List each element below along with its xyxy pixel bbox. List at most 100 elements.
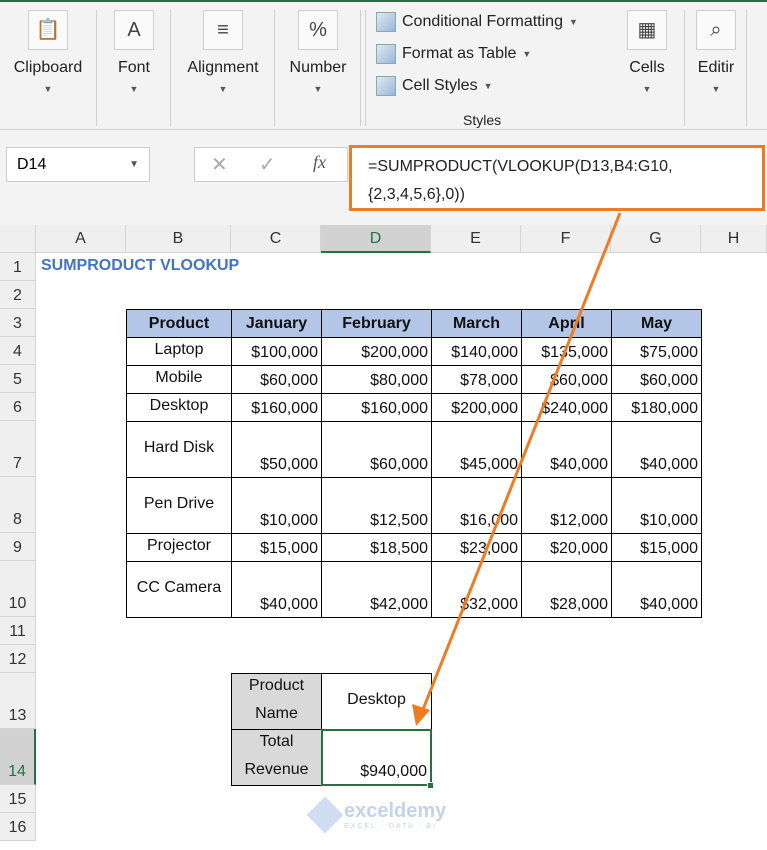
product-name-label[interactable]: Product Name [231,673,322,730]
row-header-10[interactable]: 10 [0,561,36,617]
total-revenue-label[interactable]: Total Revenue [231,729,322,786]
ribbon-group-editir[interactable]: ⌕ Editir ▼ [686,2,746,130]
table-header[interactable]: January [231,309,322,338]
product-cell[interactable]: Laptop [126,337,232,366]
value-cell[interactable]: $18,500 [321,533,432,562]
column-header-C[interactable]: C [231,225,321,253]
value-cell[interactable]: $10,000 [611,477,702,534]
value-cell[interactable]: $15,000 [231,533,322,562]
row-header-11[interactable]: 11 [0,617,36,645]
value-cell[interactable]: $40,000 [611,561,702,618]
column-header-G[interactable]: G [611,225,701,253]
formula-input[interactable]: =SUMPRODUCT(VLOOKUP(D13,B4:G10,{2,3,4,5,… [349,145,765,211]
enter-icon[interactable]: ✓ [259,152,276,177]
row-header-14[interactable]: 14 [0,729,36,785]
value-cell[interactable]: $100,000 [231,337,322,366]
product-cell[interactable]: Desktop [126,393,232,422]
style-icon [376,44,396,64]
select-all-button[interactable] [0,225,36,253]
name-box[interactable]: D14 ▼ [6,147,150,182]
group-label: Number [289,59,347,76]
value-cell[interactable]: $78,000 [431,365,522,394]
total-revenue-cell[interactable]: $940,000 [321,729,432,786]
value-cell[interactable]: $16,000 [431,477,522,534]
row-header-3[interactable]: 3 [0,309,36,337]
font-icon: A [114,10,154,50]
value-cell[interactable]: $60,000 [231,365,322,394]
value-cell[interactable]: $40,000 [231,561,322,618]
column-header-D[interactable]: D [321,225,431,253]
column-header-B[interactable]: B [126,225,231,253]
column-header-A[interactable]: A [36,225,126,253]
row-header-12[interactable]: 12 [0,645,36,673]
ribbon-group-alignment[interactable]: ≡ Alignment ▼ [172,2,274,130]
insert-function-icon[interactable]: fx [313,152,326,173]
table-header[interactable]: March [431,309,522,338]
watermark: exceldemy EXCEL · DATA · BI [306,796,446,834]
percent-icon: % [298,10,338,50]
value-cell[interactable]: $42,000 [321,561,432,618]
row-header-2[interactable]: 2 [0,281,36,309]
value-cell[interactable]: $20,000 [521,533,612,562]
value-cell[interactable]: $40,000 [611,421,702,478]
value-cell[interactable]: $240,000 [521,393,612,422]
value-cell[interactable]: $135,000 [521,337,612,366]
name-box-value: D14 [17,156,47,173]
value-cell[interactable]: $80,000 [321,365,432,394]
row-header-7[interactable]: 7 [0,421,36,477]
column-header-H[interactable]: H [701,225,767,253]
value-cell[interactable]: $60,000 [521,365,612,394]
value-cell[interactable]: $60,000 [611,365,702,394]
ribbon-group-cells[interactable]: ▦ Cells ▼ [610,2,684,130]
value-cell[interactable]: $45,000 [431,421,522,478]
ribbon-group-clipboard[interactable]: 📋 Clipboard ▼ [0,2,96,130]
fill-handle[interactable] [427,782,434,789]
value-cell[interactable]: $60,000 [321,421,432,478]
ribbon-group-font[interactable]: A Font ▼ [98,2,170,130]
value-cell[interactable]: $23,000 [431,533,522,562]
column-header-F[interactable]: F [521,225,611,253]
value-cell[interactable]: $32,000 [431,561,522,618]
value-cell[interactable]: $28,000 [521,561,612,618]
value-cell[interactable]: $75,000 [611,337,702,366]
value-cell[interactable]: $160,000 [321,393,432,422]
value-cell[interactable]: $160,000 [231,393,322,422]
value-cell[interactable]: $50,000 [231,421,322,478]
cancel-icon[interactable]: ✕ [211,152,228,177]
table-header[interactable]: May [611,309,702,338]
row-header-6[interactable]: 6 [0,393,36,421]
row-header-15[interactable]: 15 [0,785,36,813]
value-cell[interactable]: $200,000 [321,337,432,366]
table-header[interactable]: February [321,309,432,338]
value-cell[interactable]: $15,000 [611,533,702,562]
row-header-9[interactable]: 9 [0,533,36,561]
value-cell[interactable]: $10,000 [231,477,322,534]
styles-item[interactable]: Cell Styles ▼ [376,76,493,96]
value-cell[interactable]: $12,000 [521,477,612,534]
styles-item[interactable]: Format as Table ▼ [376,44,531,64]
product-cell[interactable]: Pen Drive [126,477,232,534]
value-cell[interactable]: $12,500 [321,477,432,534]
product-cell[interactable]: Hard Disk [126,421,232,478]
table-header[interactable]: April [521,309,612,338]
product-cell[interactable]: Projector [126,533,232,562]
table-header[interactable]: Product [126,309,232,338]
value-cell[interactable]: $180,000 [611,393,702,422]
column-header-E[interactable]: E [431,225,521,253]
product-cell[interactable]: CC Camera [126,561,232,618]
row-header-13[interactable]: 13 [0,673,36,729]
value-cell[interactable]: $200,000 [431,393,522,422]
row-header-8[interactable]: 8 [0,477,36,533]
value-cell[interactable]: $140,000 [431,337,522,366]
chevron-down-icon[interactable]: ▼ [129,148,139,181]
product-name-input[interactable]: Desktop [321,673,432,730]
row-header-4[interactable]: 4 [0,337,36,365]
product-cell[interactable]: Mobile [126,365,232,394]
styles-item[interactable]: Conditional Formatting ▼ [376,12,578,32]
chevron-down-icon: ▼ [129,84,139,94]
row-header-16[interactable]: 16 [0,813,36,841]
ribbon-group-number[interactable]: % Number ▼ [276,2,360,130]
row-header-5[interactable]: 5 [0,365,36,393]
value-cell[interactable]: $40,000 [521,421,612,478]
row-header-1[interactable]: 1 [0,253,36,281]
